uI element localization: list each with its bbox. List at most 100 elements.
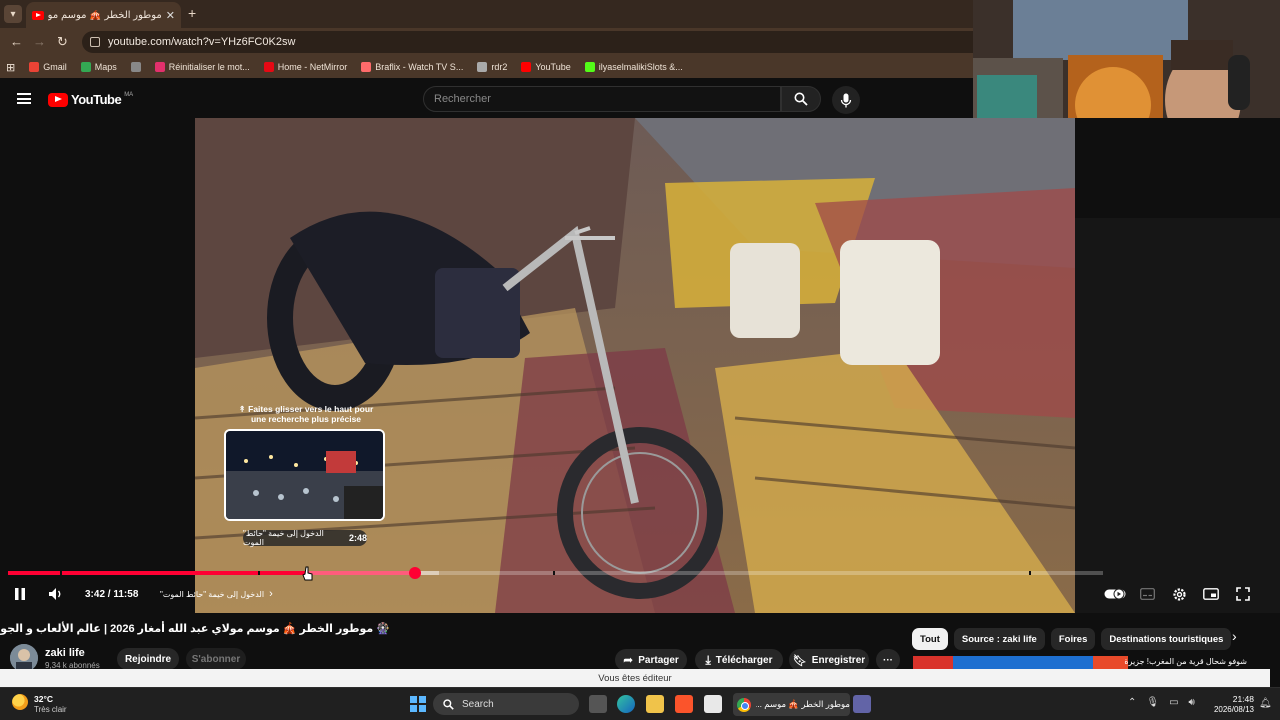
filter-chip[interactable]: Tout — [912, 628, 948, 650]
fullscreen-icon — [1236, 587, 1250, 601]
player-right-backdrop — [1075, 218, 1280, 613]
share-button[interactable]: ➦ Partager — [615, 649, 687, 671]
windows-taskbar — [0, 687, 1280, 720]
channel-avatar[interactable] — [10, 644, 38, 672]
site-info-icon[interactable] — [90, 37, 100, 47]
tab-close-icon[interactable]: ✕ — [166, 9, 175, 22]
bookmark-label: Braflix - Watch TV S... — [375, 62, 464, 72]
seek-preview-thumbnail — [224, 429, 385, 521]
weather-temperature[interactable]: 32°C — [34, 694, 53, 704]
progress-bar[interactable] — [8, 571, 1103, 575]
autoplay-toggle[interactable] — [1104, 586, 1126, 602]
bookmark-item[interactable]: Home - NetMirror — [263, 62, 348, 72]
clock-date[interactable]: 2026/08/13 — [1206, 705, 1254, 714]
back-arrow-icon[interactable]: ← — [10, 34, 23, 49]
bookmark-item[interactable] — [130, 62, 141, 72]
settings-button[interactable] — [1172, 586, 1187, 602]
network-icon[interactable]: ▭ — [1169, 697, 1178, 708]
apps-grid-icon[interactable]: ⊞ — [6, 61, 15, 74]
share-label: Partager — [638, 654, 679, 666]
editor-notice-bar: Vous êtes éditeur — [0, 669, 1270, 687]
teams-icon[interactable] — [853, 695, 871, 713]
forward-arrow-icon[interactable]: → — [33, 34, 46, 49]
youtube-favicon-icon — [32, 10, 44, 20]
volume-icon — [49, 588, 61, 600]
bookmark-label: rdr2 — [491, 62, 508, 72]
volume-button[interactable] — [48, 586, 64, 602]
download-icon: ⤓ — [705, 652, 711, 667]
search-input[interactable]: Rechercher — [423, 86, 781, 112]
bookmark-item[interactable]: Braflix - Watch TV S... — [361, 62, 463, 72]
chevron-up-icon[interactable]: ⌃ — [1128, 697, 1136, 708]
bookmark-item[interactable]: rdr2 — [477, 62, 507, 72]
bookmark-favicon-icon — [154, 62, 165, 72]
chrome-window-title: موطور الخطر 🎪 موسم ... — [756, 699, 850, 709]
edge-browser-icon[interactable] — [617, 695, 635, 713]
store-icon[interactable] — [704, 695, 722, 713]
windows-start-icon[interactable] — [410, 696, 426, 712]
youtube-logo-text: YouTube — [71, 92, 122, 107]
microphone-icon — [840, 93, 852, 107]
save-button[interactable]: 🔖︎ Enregistrer — [789, 649, 869, 671]
fullscreen-button[interactable] — [1236, 586, 1250, 602]
chapter-title: "الدخول إلى خيمة "حائط الموت — [160, 589, 265, 599]
search-placeholder: Rechercher — [434, 93, 491, 105]
weather-description: Très clair — [34, 705, 67, 714]
filter-chip[interactable]: Destinations touristiques — [1101, 628, 1232, 650]
voice-search-button[interactable] — [832, 86, 860, 114]
speaker-icon[interactable]: 🔊︎ — [1189, 697, 1195, 708]
filter-chip[interactable]: Source : zaki life — [953, 628, 1045, 650]
progress-hover-segment — [307, 571, 415, 575]
menu-hamburger-icon[interactable] — [17, 93, 31, 104]
task-view-icon[interactable] — [589, 695, 607, 713]
bookmark-item[interactable]: Gmail — [29, 62, 67, 72]
more-horizontal-icon: ··· — [883, 654, 893, 666]
new-tab-button[interactable]: + — [188, 5, 196, 21]
clock-time[interactable]: 21:48 — [1220, 694, 1254, 704]
chapter-button[interactable]: "الدخول إلى خيمة "حائط الموت › — [160, 586, 273, 602]
miniplayer-icon — [1203, 588, 1219, 600]
bookmark-label: Réinitialiser le mot... — [168, 62, 250, 72]
subtitles-button[interactable] — [1140, 586, 1155, 602]
search-icon — [794, 92, 808, 106]
subscribe-button[interactable]: S'abonner — [186, 648, 246, 670]
search-button[interactable] — [781, 86, 821, 112]
pause-button[interactable] — [14, 586, 26, 602]
bookmark-item[interactable]: Réinitialiser le mot... — [154, 62, 250, 72]
progress-scrubber-handle[interactable] — [408, 567, 421, 579]
recommended-video-title[interactable]: شوفو شحال قرية من المغرب! جزيرة — [1124, 657, 1247, 666]
reload-icon[interactable]: ↻ — [57, 34, 68, 50]
bookmark-favicon-icon — [521, 62, 532, 72]
microphone-icon[interactable]: 🎙︎ — [1146, 697, 1159, 708]
youtube-logo[interactable]: YouTube MA — [48, 92, 133, 107]
chapter-marker — [1029, 571, 1031, 575]
taskbar-chrome-window[interactable]: موطور الخطر 🎪 موسم ... — [733, 693, 850, 716]
url-text: youtube.com/watch?v=YHz6FC0K2sw — [108, 36, 296, 48]
seek-preview-hint: ↟ Faites glisser vers le haut pour une r… — [238, 404, 374, 425]
file-explorer-icon[interactable] — [646, 695, 664, 713]
browser-tab-active[interactable]: موطور الخطر 🎪 موسم مولا ✕ — [26, 2, 181, 28]
bookmark-item[interactable]: Maps — [80, 62, 117, 72]
download-button[interactable]: ⤓ Télécharger — [695, 649, 783, 671]
miniplayer-button[interactable] — [1203, 586, 1219, 602]
url-field[interactable]: youtube.com/watch?v=YHz6FC0K2sw — [82, 31, 973, 53]
notification-bell-icon[interactable]: 🔔︎ — [1259, 698, 1272, 709]
filter-chip[interactable]: Foires — [1050, 628, 1096, 650]
recommendation-chip-row: Tout Source : zaki life Foires Destinations… — [912, 628, 1232, 650]
channel-name[interactable]: zaki life — [45, 647, 85, 659]
chevron-right-icon[interactable]: › — [1232, 628, 1237, 644]
join-button[interactable]: Rejoindre — [117, 648, 179, 670]
bookmark-label: Home - NetMirror — [277, 62, 348, 72]
hand-cursor-icon — [302, 566, 313, 581]
video-title: 🎡 موطور الخطر 🎪 موسم مولاي عبد الله أمغا… — [0, 623, 390, 635]
bookmark-item[interactable]: YouTube — [521, 62, 571, 72]
more-actions-button[interactable]: ··· — [876, 649, 900, 671]
taskbar-search[interactable]: Search — [433, 693, 579, 715]
bookmark-item[interactable]: ilyaselmalikiSlots &... — [584, 62, 683, 72]
tab-search-menu-button[interactable]: ▾ — [4, 5, 22, 23]
brave-browser-icon[interactable] — [675, 695, 693, 713]
share-icon: ➦ — [623, 653, 634, 667]
system-tray: ⌃ 🎙︎ ▭ 🔊︎ — [1128, 697, 1195, 708]
pause-icon — [15, 588, 25, 600]
weather-sun-icon[interactable] — [12, 694, 28, 710]
